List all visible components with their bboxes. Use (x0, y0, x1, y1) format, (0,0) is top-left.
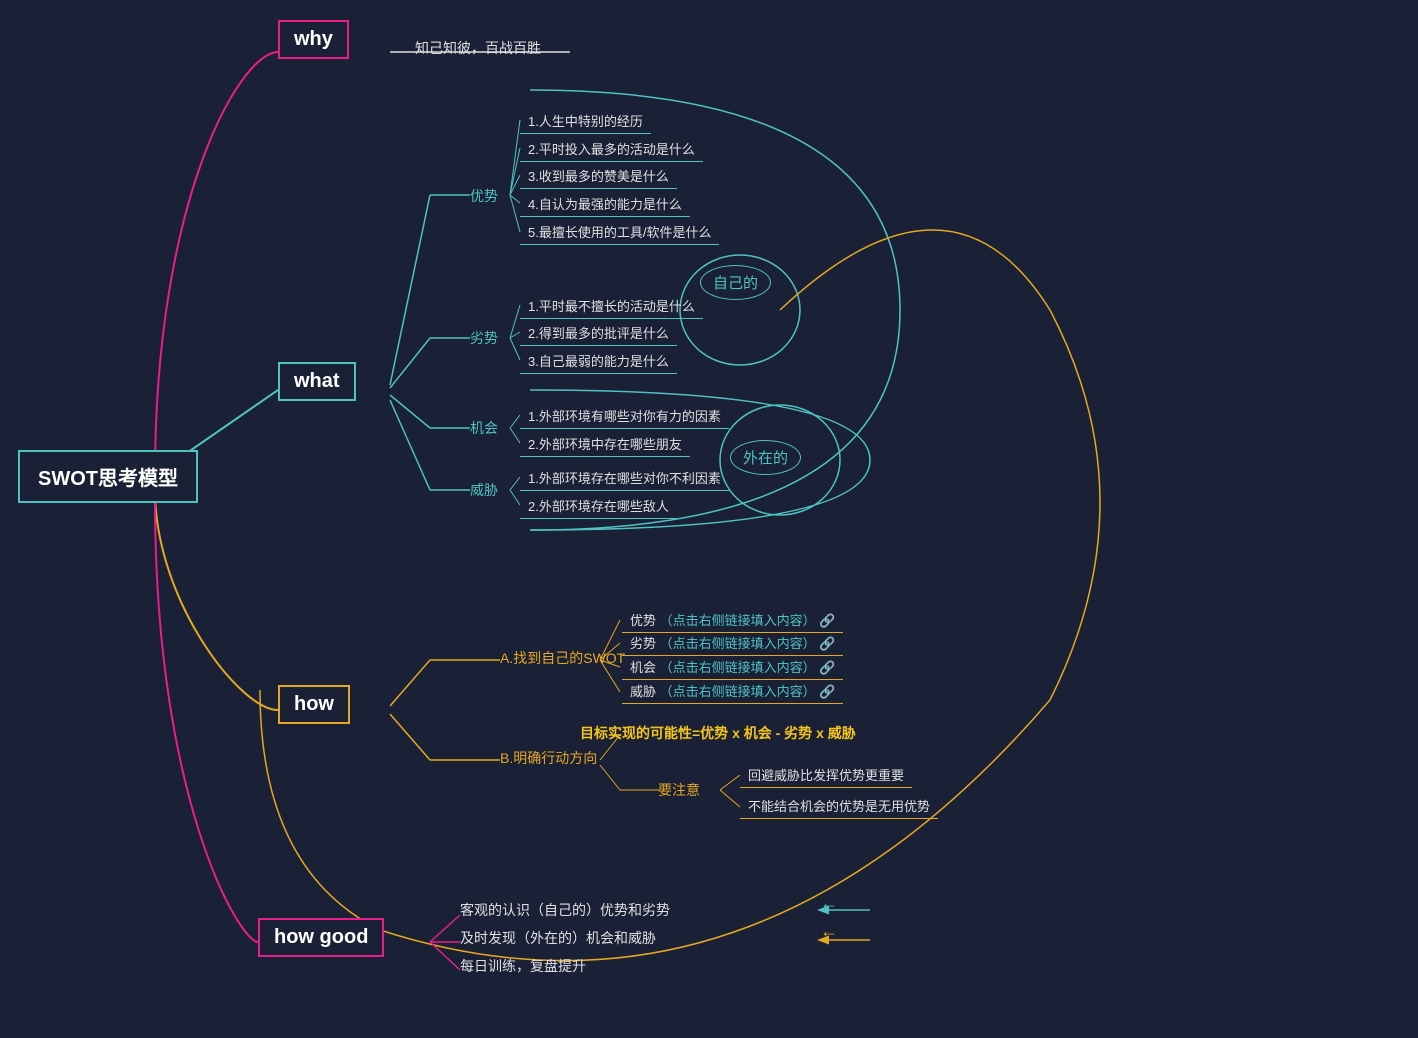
jihui-item-2: 2.外部环境中存在哪些朋友 (520, 431, 690, 457)
how-b-formula: 目标实现的可能性=优势 x 机会 - 劣势 x 威胁 (572, 720, 864, 746)
youshi-label: 优势 (470, 186, 498, 206)
lioshi-item-1: 1.平时最不擅长的活动是什么 (520, 293, 703, 319)
weixie-item-2: 2.外部环境存在哪些敌人 (520, 493, 677, 519)
how-b-note-2: 不能结合机会的优势是无用优势 (740, 793, 938, 819)
root-node: SWOT思考模型 (18, 450, 198, 503)
how-b-note-label: 要注意 (658, 780, 700, 800)
how-a-item-2: 劣势 （点击右侧链接填入内容） 🔗 (622, 630, 843, 656)
why-subtitle: 知己知彼，百战百胜 (415, 38, 541, 58)
youshi-item-2: 2.平时投入最多的活动是什么 (520, 136, 703, 162)
jihui-item-1: 1.外部环境有哪些对你有力的因素 (520, 403, 729, 429)
arrow-teal: ← (820, 893, 838, 914)
why-node: why (278, 20, 349, 59)
root-box: SWOT思考模型 (18, 450, 198, 503)
lioshi-item-2: 2.得到最多的批评是什么 (520, 320, 677, 346)
how-a-item-4: 威胁 （点击右侧链接填入内容） 🔗 (622, 678, 843, 704)
howgood-node: how good (258, 918, 384, 957)
howgood-box: how good (258, 918, 384, 957)
arrow-yellow: ← (820, 921, 838, 942)
howgood-item-2: 及时发现（外在的）机会和威胁 (460, 928, 656, 948)
how-node: how (278, 685, 350, 724)
youshi-item-5: 5.最擅长使用的工具/软件是什么 (520, 219, 719, 245)
howgood-item-1: 客观的认识（自己的）优势和劣势 (460, 900, 670, 920)
jihui-label: 机会 (470, 418, 498, 438)
zijide-label: 自己的 (700, 265, 771, 300)
what-node: what (278, 362, 356, 401)
what-box: what (278, 362, 356, 401)
youshi-item-4: 4.自认为最强的能力是什么 (520, 191, 690, 217)
why-box: why (278, 20, 349, 59)
how-a-label: A.找到自己的SWOT (500, 648, 625, 668)
youshi-item-3: 3.收到最多的赞美是什么 (520, 163, 677, 189)
howgood-item-3: 每日训练，复盘提升 (460, 956, 586, 976)
weixie-label: 威胁 (470, 480, 498, 500)
weixie-item-1: 1.外部环境存在哪些对你不利因素 (520, 465, 729, 491)
waizaide-label: 外在的 (730, 440, 801, 475)
youshi-item-1: 1.人生中特别的经历 (520, 108, 651, 134)
lioshi-item-3: 3.自己最弱的能力是什么 (520, 348, 677, 374)
how-b-label: B.明确行动方向 (500, 748, 597, 768)
how-b-note-1: 回避威胁比发挥优势更重要 (740, 762, 912, 788)
lioshi-label: 劣势 (470, 328, 498, 348)
how-a-item-3: 机会 （点击右侧链接填入内容） 🔗 (622, 654, 843, 680)
how-box: how (278, 685, 350, 724)
